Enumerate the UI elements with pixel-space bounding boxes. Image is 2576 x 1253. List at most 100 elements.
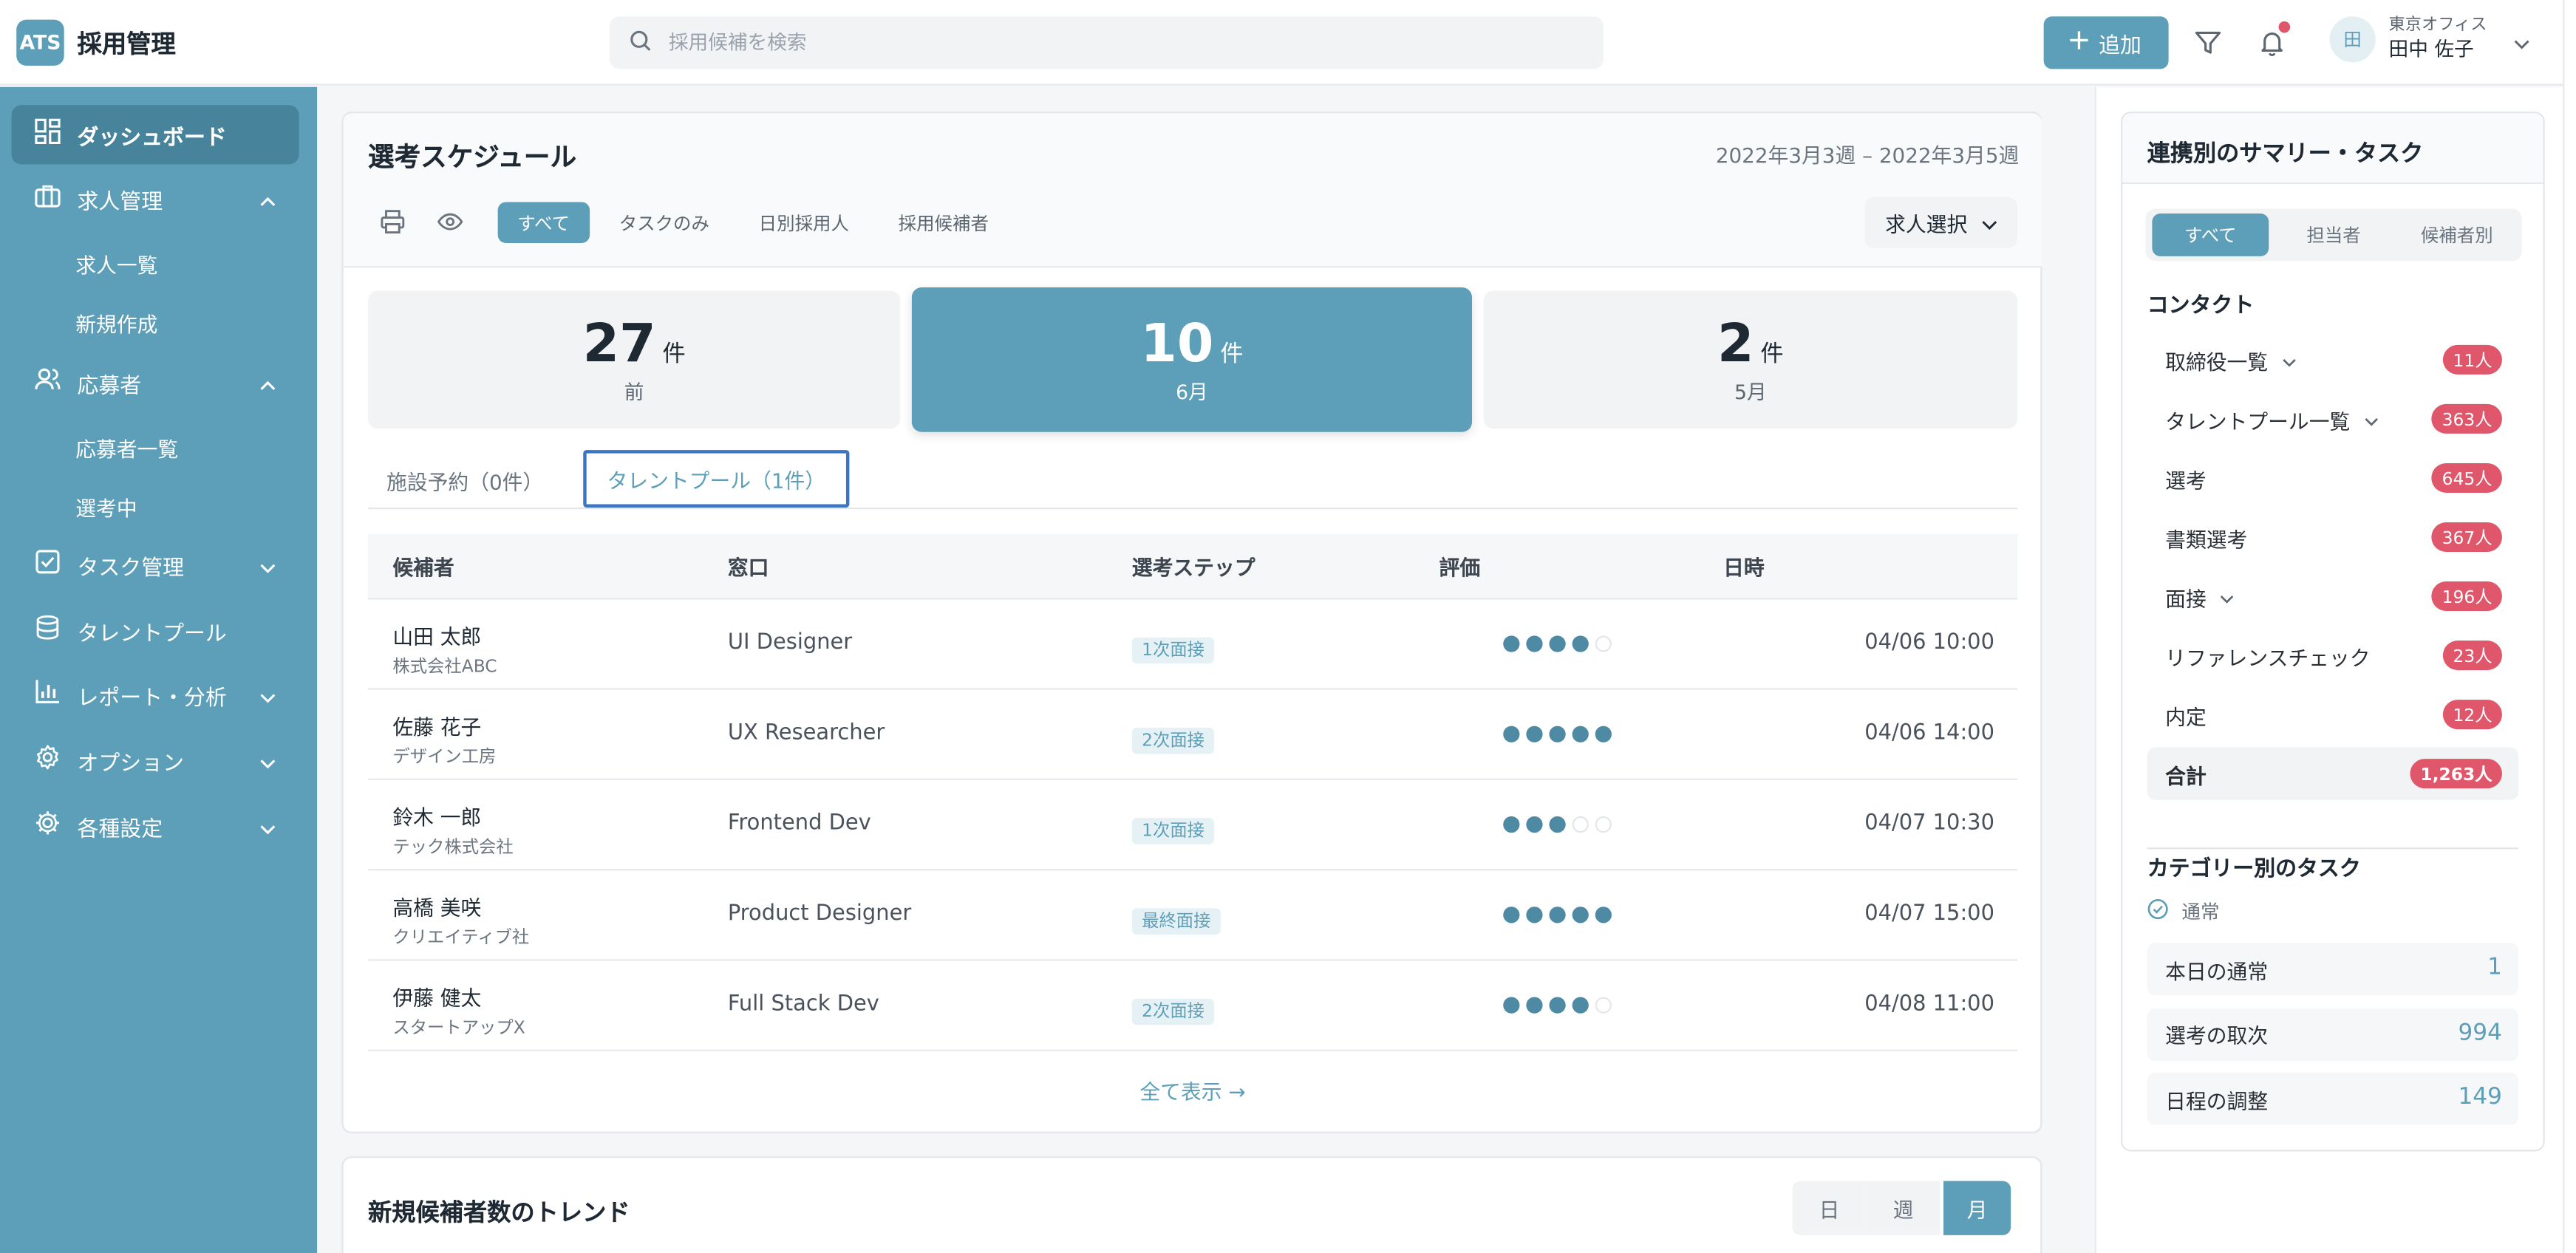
period-day-button[interactable]: 日: [1792, 1181, 1867, 1235]
task-count: 1: [2487, 954, 2502, 981]
chevron-down-icon: [2281, 347, 2296, 372]
sidebar-item-options[interactable]: オプション: [12, 731, 299, 790]
table-row[interactable]: 高橋 美咲 クリエイティブ社 Product Designer 最終面接 04/07 1…: [367, 870, 2018, 961]
filter-tab-candidates[interactable]: 採用候補者: [879, 202, 1009, 243]
scrollbar[interactable]: [2563, 0, 2576, 1253]
check-circle-icon: [2147, 898, 2169, 925]
task-row[interactable]: 日程の調整 149: [2147, 1072, 2519, 1125]
trend-card: 新規候補者数のトレンド 日 週 月: [341, 1156, 2042, 1253]
column-header[interactable]: 評価: [1439, 550, 1481, 581]
view-all-link[interactable]: 全て表示 →: [344, 1074, 2042, 1105]
sidebar-item-talent-pool[interactable]: タレントプール: [12, 601, 299, 660]
sidebar-item-dashboard[interactable]: ダッシュボード: [11, 105, 299, 165]
filter-icon[interactable]: [2190, 24, 2226, 61]
rating-dot: [1503, 907, 1520, 923]
sidebar-item-label: タスク管理: [77, 556, 185, 581]
sidebar-item-label: ダッシュボード: [77, 126, 227, 151]
contact-item[interactable]: 面接 196人: [2147, 570, 2518, 622]
contact-item[interactable]: 書類選考 367人: [2147, 511, 2518, 563]
summary-tab-all[interactable]: すべて: [2152, 214, 2269, 256]
rating-dot: [1549, 725, 1566, 742]
stat-card-may[interactable]: 2件 5月: [1483, 290, 2018, 429]
right-panel: 連携別のサマリー・タスク すべて 担当者 候補者別 コンタクト 取締役一覧 11人…: [2094, 86, 2576, 1253]
contact-heading: コンタクト: [2147, 293, 2255, 319]
summary-title: 連携別のサマリー・タスク: [2147, 141, 2424, 168]
rating-stars: [1503, 907, 1612, 923]
stat-card-previous[interactable]: 27 件 前: [367, 290, 901, 429]
trend-title: 新規候補者数のトレンド: [367, 1201, 630, 1227]
contact-total[interactable]: 合計 1,263人: [2147, 747, 2519, 800]
table-row[interactable]: 鈴木 一郎 テック株式会社 Frontend Dev 1次面接 04/07 10:30: [367, 780, 2018, 871]
print-icon[interactable]: [380, 208, 406, 235]
bar-chart-icon: [35, 678, 61, 711]
period-week-button[interactable]: 週: [1866, 1181, 1940, 1235]
briefcase-icon: [35, 182, 61, 215]
user-office: 東京オフィス: [2388, 16, 2487, 35]
count-badge: 23人: [2443, 641, 2502, 671]
summary-tab-owner[interactable]: 担当者: [2275, 214, 2392, 256]
stat-unit: 件: [1760, 341, 1784, 367]
contact-item[interactable]: タレントプール一覧 363人: [2147, 392, 2518, 445]
contact-item[interactable]: 選考 645人: [2147, 451, 2518, 504]
sidebar-item-applicants[interactable]: 応募者: [12, 353, 299, 412]
column-header[interactable]: 窓口: [728, 550, 769, 581]
task-row[interactable]: 選考の取次 994: [2147, 1007, 2519, 1061]
column-header[interactable]: 選考ステップ: [1132, 550, 1255, 581]
candidate-cell[interactable]: 鈴木 一郎 テック株式会社: [392, 800, 513, 859]
tab-talent-pool[interactable]: タレントプール（1件）: [583, 450, 850, 508]
rating-stars: [1503, 816, 1612, 833]
search-input[interactable]: [668, 31, 1523, 55]
filter-tab-all[interactable]: すべて: [497, 202, 590, 244]
task-count: 994: [2458, 1019, 2502, 1046]
task-row[interactable]: 本日の通常 1: [2147, 943, 2519, 996]
job-select-dropdown[interactable]: 求人選択: [1864, 197, 2018, 248]
candidate-name: 山田 太郎: [392, 624, 482, 649]
bell-icon[interactable]: [2254, 21, 2291, 61]
sidebar-item-label: タレントプール: [77, 621, 227, 646]
filter-tab-tasks[interactable]: タスクのみ: [599, 202, 729, 243]
count-badge: 645人: [2432, 462, 2502, 493]
tab-facility-booking[interactable]: 施設予約（0件）: [368, 451, 562, 509]
add-button-label: 追加: [2099, 33, 2141, 58]
candidate-name: 高橋 美咲: [392, 895, 482, 920]
candidate-cell[interactable]: 佐藤 花子 デザイン工房: [392, 709, 496, 768]
sidebar-item-settings[interactable]: 各種設定: [12, 796, 299, 856]
eye-icon[interactable]: [437, 208, 463, 235]
column-header[interactable]: 候補者: [392, 550, 454, 581]
period-month-button[interactable]: 月: [1943, 1181, 2011, 1235]
filter-tab-daily[interactable]: 日別採用人: [739, 202, 869, 243]
count-badge: 11人: [2443, 344, 2502, 375]
contact-item[interactable]: リファレンスチェック 23人: [2147, 629, 2518, 681]
sidebar-subitem-jobs-new[interactable]: 新規作成: [75, 307, 157, 338]
column-header[interactable]: 日時: [1723, 550, 1765, 581]
add-button[interactable]: 追加: [2043, 16, 2169, 69]
sidebar-subitem-applicants-list[interactable]: 応募者一覧: [75, 432, 178, 463]
table-row[interactable]: 佐藤 花子 デザイン工房 UX Researcher 2次面接 04/06 14:00: [367, 690, 2018, 781]
role-cell: Frontend Dev: [727, 811, 871, 836]
sidebar-subitem-in-selection[interactable]: 選考中: [75, 491, 137, 522]
summary-tab-candidate[interactable]: 候補者別: [2399, 214, 2515, 256]
task-type-filter[interactable]: 通常: [2147, 898, 2220, 925]
contact-item[interactable]: 取締役一覧 11人: [2147, 333, 2518, 386]
sidebar-item-jobs[interactable]: 求人管理: [12, 169, 299, 228]
rating-dot: [1526, 907, 1543, 923]
sidebar-subitem-jobs-list[interactable]: 求人一覧: [75, 248, 157, 279]
candidate-company: テック株式会社: [392, 837, 514, 858]
chevron-up-icon: [259, 373, 276, 397]
stat-label: 前: [624, 380, 644, 403]
table-row[interactable]: 伊藤 健太 スタートアップX Full Stack Dev 2次面接 04/08 11:…: [367, 961, 2018, 1051]
candidate-cell[interactable]: 山田 太郎 株式会社ABC: [392, 619, 497, 678]
schedule-table: 候補者 窓口 選考ステップ 評価 日時 山田 太郎 株式会社ABC UI Desig…: [367, 533, 2018, 1051]
contact-item[interactable]: 内定 12人: [2147, 689, 2518, 741]
count-badge: 1,263人: [2410, 759, 2502, 789]
app-logo[interactable]: ATS 採用管理: [16, 19, 176, 66]
sidebar-item-tasks[interactable]: タスク管理: [12, 536, 299, 595]
stat-card-june[interactable]: 10 件 6月: [911, 287, 1472, 432]
search-bar[interactable]: [609, 16, 1604, 69]
sidebar-item-reports[interactable]: レポート・分析: [12, 665, 299, 724]
date-cell: 04/07 10:30: [1864, 811, 1994, 836]
candidate-cell[interactable]: 伊藤 健太 スタートアップX: [392, 980, 525, 1039]
table-row[interactable]: 山田 太郎 株式会社ABC UI Designer 1次面接 04/06 10:00: [367, 599, 2018, 690]
user-menu[interactable]: 田 東京オフィス 田中 佐子: [2329, 16, 2529, 63]
candidate-cell[interactable]: 高橋 美咲 クリエイティブ社: [392, 890, 529, 949]
